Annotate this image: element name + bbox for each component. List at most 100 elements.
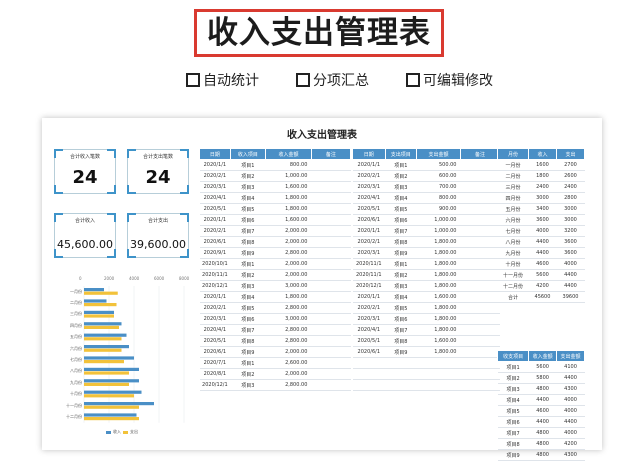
table-cell[interactable] (460, 280, 500, 292)
table-cell[interactable]: 1600 (528, 159, 557, 171)
table-cell[interactable]: 2,000.00 (265, 258, 312, 270)
table-cell[interactable]: 2020/12/1 (199, 379, 231, 391)
table-cell[interactable]: 2020/4/1 (352, 324, 386, 336)
table-cell[interactable] (311, 203, 351, 215)
table-cell[interactable]: 3000 (528, 192, 557, 204)
table-cell[interactable] (460, 368, 500, 380)
table-cell[interactable]: 项目5 (230, 203, 266, 215)
table-cell[interactable]: 2020/5/1 (352, 335, 386, 347)
table-cell[interactable]: 项目2 (497, 372, 529, 384)
table-cell[interactable]: 2020/11/1 (199, 269, 231, 281)
table-cell[interactable] (385, 379, 417, 391)
table-cell[interactable]: 项目1 (230, 357, 266, 369)
table-cell[interactable]: 2020/3/1 (352, 181, 386, 193)
table-cell[interactable]: 2600 (556, 170, 585, 182)
table-cell[interactable]: 2020/5/1 (199, 203, 231, 215)
table-cell[interactable]: 2,000.00 (265, 346, 312, 358)
table-cell[interactable]: 4300 (556, 449, 585, 461)
table-cell[interactable]: 2020/2/1 (199, 302, 231, 314)
table-cell[interactable]: 1,800.00 (416, 302, 461, 314)
table-cell[interactable]: 项目4 (497, 394, 529, 406)
table-cell[interactable]: 2020/2/1 (199, 225, 231, 237)
table-cell[interactable]: 项目1 (385, 258, 417, 270)
table-cell[interactable]: 1,600.00 (416, 335, 461, 347)
table-cell[interactable]: 900.00 (416, 203, 461, 215)
table-cell[interactable]: 4400 (556, 372, 585, 384)
table-cell[interactable] (460, 313, 500, 325)
table-cell[interactable]: 2020/5/1 (199, 335, 231, 347)
table-cell[interactable]: 4000 (556, 258, 585, 270)
table-cell[interactable]: 2020/6/1 (199, 236, 231, 248)
table-cell[interactable]: 项目1 (497, 361, 529, 373)
table-cell[interactable]: 项目2 (230, 368, 266, 380)
table-cell[interactable] (352, 368, 386, 380)
table-cell[interactable]: 1,800.00 (416, 247, 461, 259)
table-cell[interactable] (311, 170, 351, 182)
table-cell[interactable] (460, 357, 500, 369)
table-cell[interactable] (311, 269, 351, 281)
table-cell[interactable] (311, 258, 351, 270)
table-cell[interactable] (311, 302, 351, 314)
table-cell[interactable] (311, 368, 351, 380)
table-cell[interactable]: 1,800.00 (265, 192, 312, 204)
table-cell[interactable]: 项目4 (385, 192, 417, 204)
table-cell[interactable] (460, 236, 500, 248)
table-cell[interactable] (460, 170, 500, 182)
table-cell[interactable]: 4600 (528, 258, 557, 270)
table-cell[interactable]: 项目5 (385, 203, 417, 215)
table-cell[interactable] (311, 335, 351, 347)
table-cell[interactable]: 项目2 (230, 170, 266, 182)
table-cell[interactable] (311, 214, 351, 226)
table-cell[interactable]: 2800 (556, 192, 585, 204)
table-cell[interactable]: 1,600.00 (416, 291, 461, 303)
table-cell[interactable] (311, 159, 351, 171)
table-cell[interactable]: 2020/6/1 (352, 214, 386, 226)
table-cell[interactable]: 2020/1/1 (199, 214, 231, 226)
table-cell[interactable] (311, 324, 351, 336)
table-cell[interactable]: 4000 (556, 427, 585, 439)
table-cell[interactable]: 39600 (556, 291, 585, 303)
table-cell[interactable]: 4000 (556, 394, 585, 406)
table-cell[interactable]: 800.00 (265, 159, 312, 171)
table-cell[interactable]: 2,000.00 (265, 225, 312, 237)
table-cell[interactable] (311, 313, 351, 325)
table-cell[interactable]: 4400 (528, 247, 557, 259)
table-cell[interactable]: 2020/12/1 (199, 280, 231, 292)
table-cell[interactable]: 2,000.00 (265, 236, 312, 248)
table-cell[interactable] (460, 335, 500, 347)
table-cell[interactable]: 600.00 (416, 170, 461, 182)
table-cell[interactable]: 2020/1/1 (352, 291, 386, 303)
table-cell[interactable]: 八月份 (497, 236, 529, 248)
table-cell[interactable]: 1,800.00 (416, 280, 461, 292)
table-cell[interactable] (311, 291, 351, 303)
table-cell[interactable]: 3400 (528, 203, 557, 215)
table-cell[interactable]: 2020/6/1 (199, 346, 231, 358)
table-cell[interactable]: 1800 (528, 170, 557, 182)
table-cell[interactable]: 2020/1/1 (352, 225, 386, 237)
table-cell[interactable]: 1,800.00 (265, 203, 312, 215)
table-cell[interactable]: 2020/4/1 (199, 192, 231, 204)
table-cell[interactable]: 项目2 (385, 170, 417, 182)
table-cell[interactable]: 项目6 (230, 214, 266, 226)
table-cell[interactable]: 3,000.00 (265, 280, 312, 292)
table-cell[interactable]: 项目5 (497, 405, 529, 417)
table-cell[interactable]: 2400 (528, 181, 557, 193)
table-cell[interactable] (460, 291, 500, 303)
table-cell[interactable]: 1,800.00 (416, 236, 461, 248)
table-cell[interactable]: 4400 (528, 416, 557, 428)
table-cell[interactable]: 2,800.00 (265, 379, 312, 391)
table-cell[interactable]: 5800 (528, 372, 557, 384)
table-cell[interactable]: 项目8 (230, 335, 266, 347)
table-cell[interactable]: 4400 (528, 236, 557, 248)
table-cell[interactable]: 项目3 (497, 383, 529, 395)
table-cell[interactable]: 3600 (556, 247, 585, 259)
table-cell[interactable]: 2020/11/1 (352, 258, 386, 270)
table-cell[interactable]: 项目8 (385, 335, 417, 347)
table-cell[interactable]: 项目9 (230, 346, 266, 358)
table-cell[interactable]: 4800 (528, 449, 557, 461)
table-cell[interactable]: 1,800.00 (416, 258, 461, 270)
table-cell[interactable]: 2020/3/1 (199, 181, 231, 193)
table-cell[interactable]: 2020/3/1 (199, 313, 231, 325)
table-cell[interactable]: 3000 (556, 203, 585, 215)
table-cell[interactable]: 项目7 (497, 427, 529, 439)
